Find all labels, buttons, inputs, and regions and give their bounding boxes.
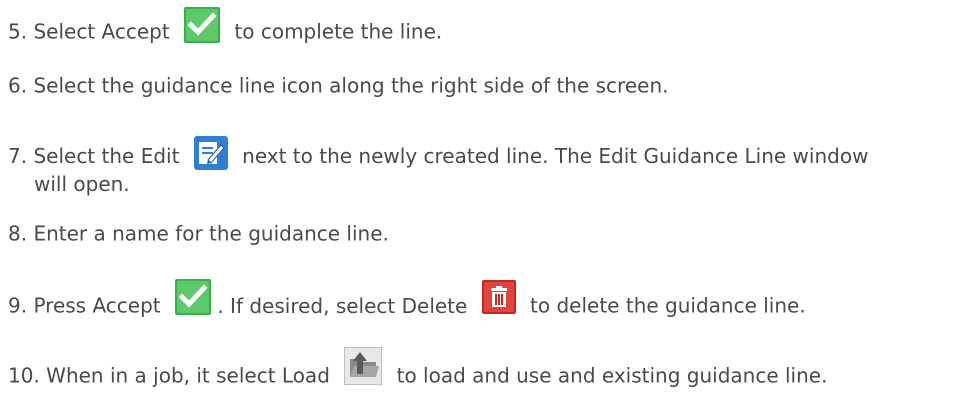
- step-6: 6. Select the guidance line icon along t…: [8, 72, 668, 98]
- step-text-before: Select Accept: [33, 19, 170, 44]
- step-text-before: Press Accept: [33, 293, 161, 318]
- step-number: 7.: [8, 144, 28, 168]
- step-text: Select the guidance line icon along the …: [33, 73, 669, 98]
- step-text-after: to complete the line.: [234, 19, 443, 44]
- accept-checkmark-icon: [184, 6, 221, 43]
- step-text-before: When in a job, it select Load: [46, 363, 330, 388]
- step-number: 8.: [8, 221, 28, 246]
- step-text: Enter a name for the guidance line.: [33, 221, 389, 246]
- accept-checkmark-icon: [174, 278, 211, 315]
- step-number: 9.: [8, 293, 28, 318]
- step-9: 9. Press Accept . If desired, select Del…: [8, 278, 806, 318]
- step-text-after: to load and use and existing guidance li…: [396, 363, 828, 388]
- step-7-continuation: will open.: [34, 172, 130, 196]
- step-number: 5.: [8, 19, 28, 44]
- step-10: 10. When in a job, it select Load to loa…: [8, 346, 828, 388]
- edit-pencil-icon: [193, 136, 228, 170]
- step-text-after: next to the newly created line. The Edit…: [242, 144, 869, 168]
- step-number: 10.: [8, 363, 40, 388]
- step-text-before: Select the Edit: [33, 144, 180, 168]
- step-number: 6.: [8, 73, 28, 98]
- step-7: 7. Select the Edit next to the newly cre…: [8, 136, 869, 170]
- load-folder-icon: [344, 346, 383, 385]
- delete-trash-icon: [481, 279, 516, 314]
- step-8: 8. Enter a name for the guidance line.: [8, 220, 389, 246]
- step-text-after: to delete the guidance line.: [530, 293, 806, 318]
- step-text-middle: . If desired, select Delete: [217, 293, 468, 318]
- step-5: 5. Select Accept to complete the line.: [8, 6, 443, 44]
